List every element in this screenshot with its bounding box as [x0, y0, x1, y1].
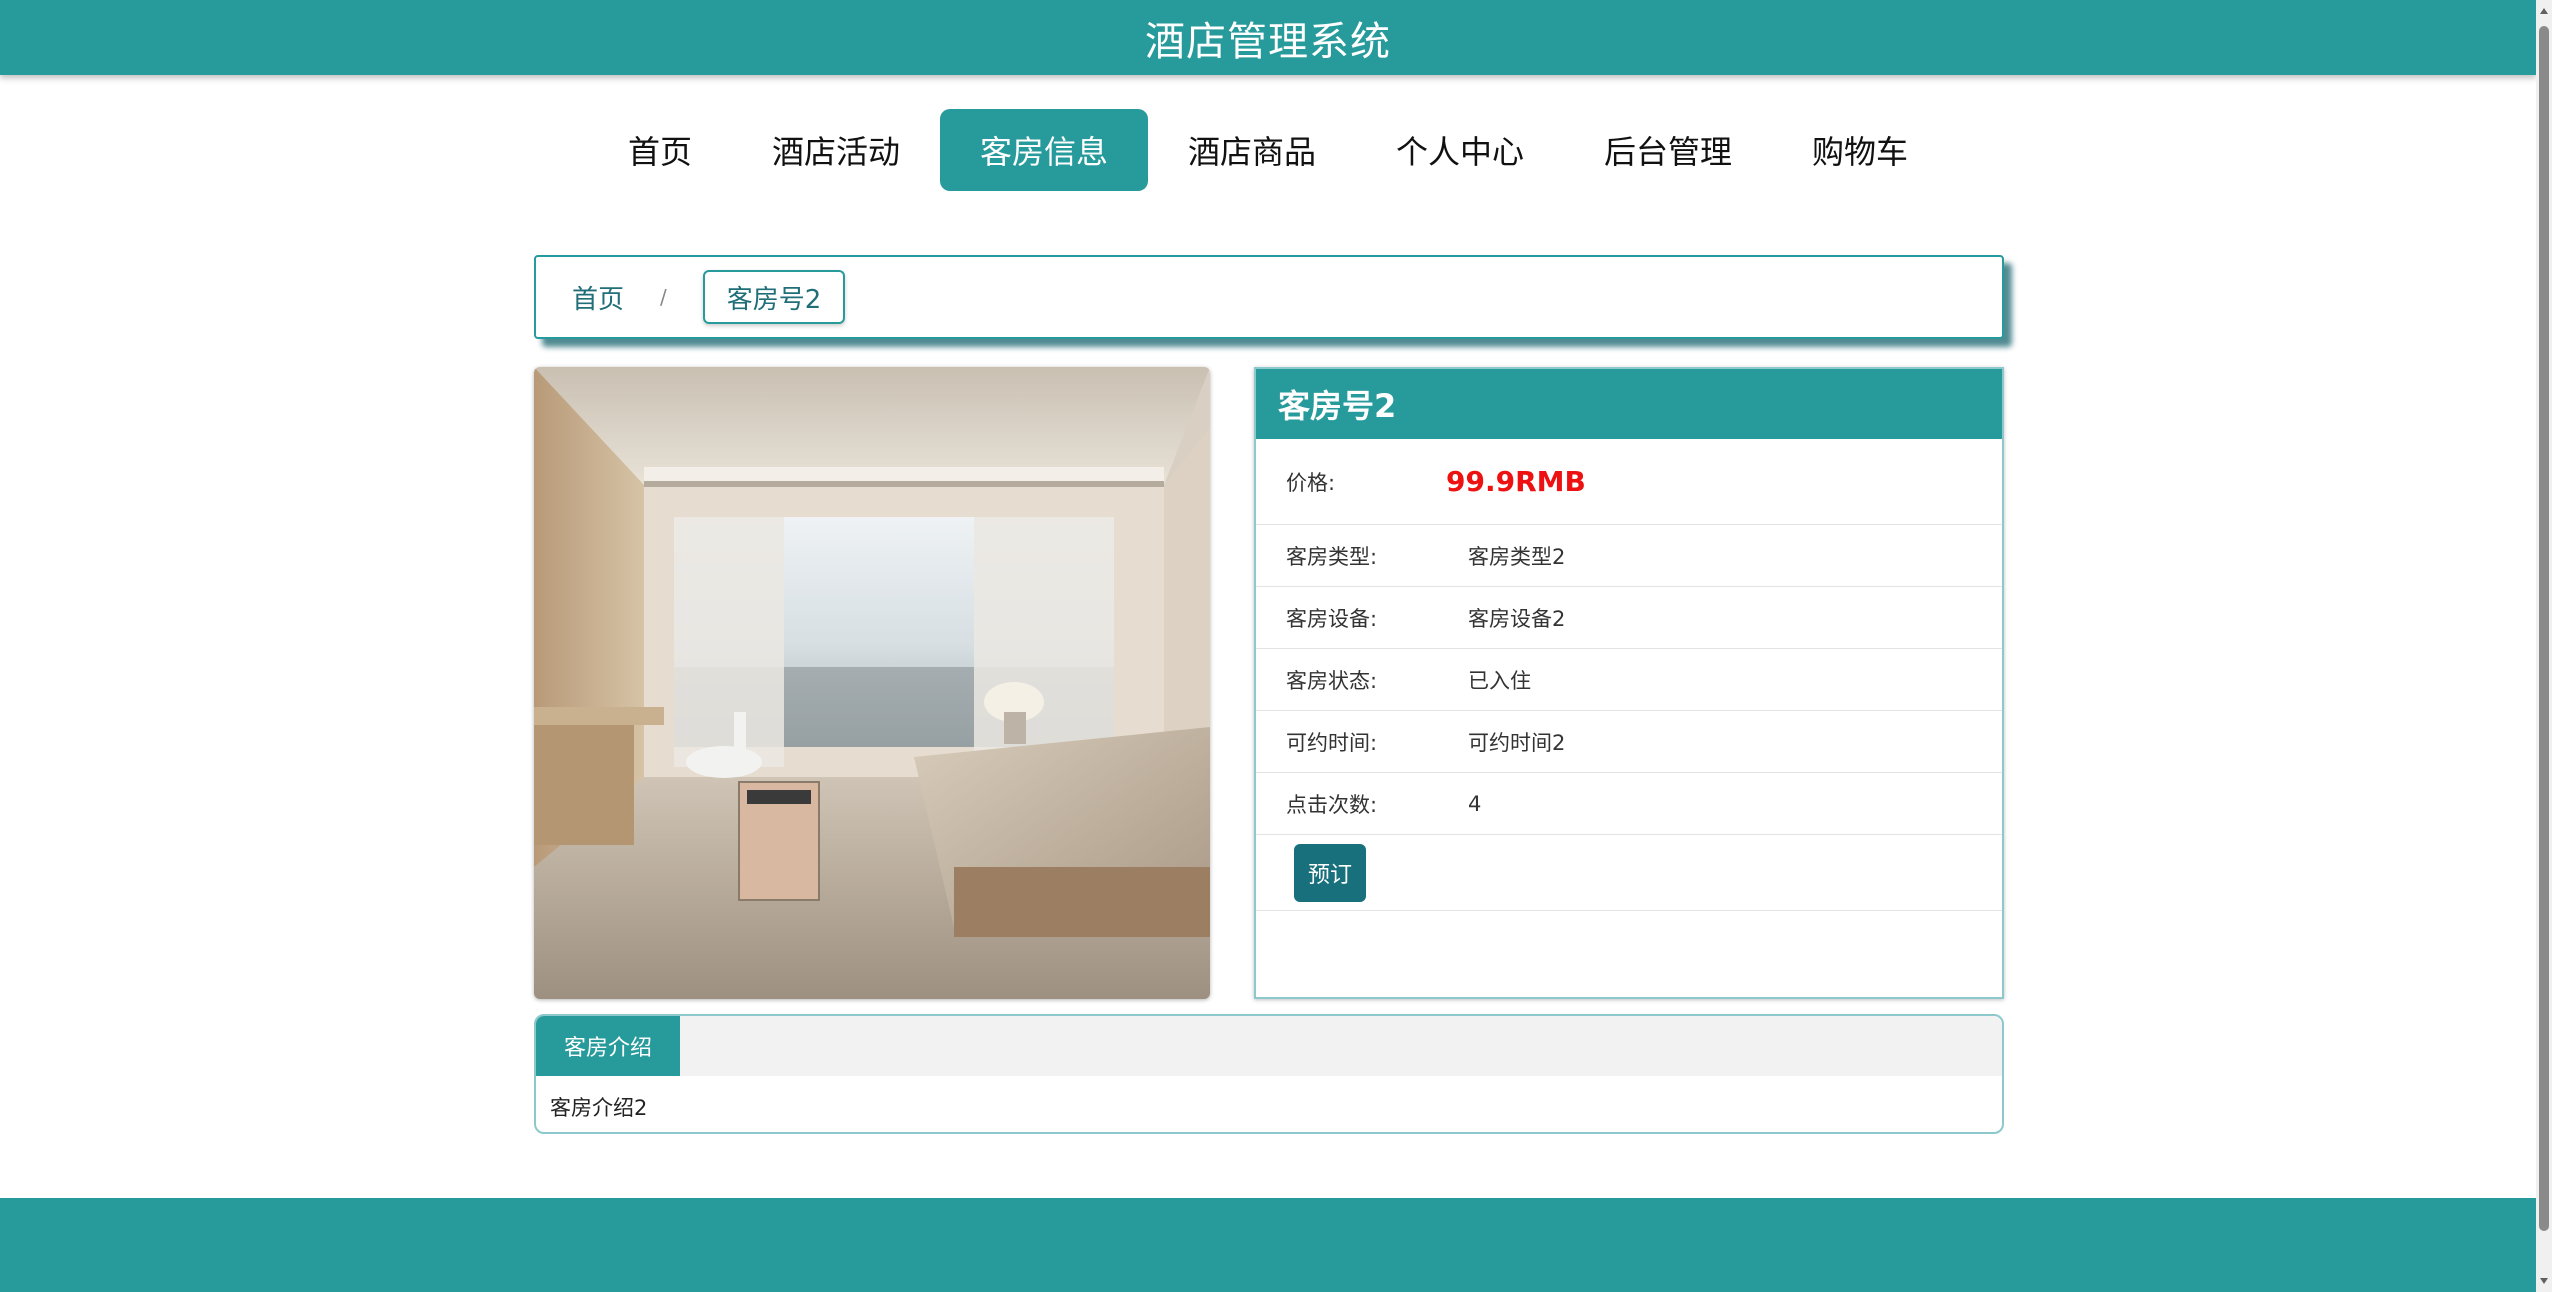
room-photo: [534, 367, 1210, 999]
nav-item-hotel-activities[interactable]: 酒店活动: [732, 109, 940, 191]
breadcrumb-separator: /: [660, 285, 667, 309]
price-label: 价格:: [1286, 470, 1336, 495]
price-value: 99.9RMB: [1446, 465, 1586, 498]
nav-item-home[interactable]: 首页: [588, 109, 732, 191]
tab-room-intro[interactable]: 客房介绍: [536, 1016, 681, 1076]
room-status-label: 客房状态:: [1286, 668, 1378, 693]
scroll-up-arrow-icon[interactable]: [2540, 8, 2548, 14]
main-nav: 首页 酒店活动 客房信息 酒店商品 个人中心 后台管理 购物车: [0, 109, 2536, 191]
nav-item-admin[interactable]: 后台管理: [1564, 109, 1772, 191]
top-header: 酒店管理系统: [0, 0, 2536, 75]
breadcrumb: 首页 / 客房号2: [534, 255, 2004, 339]
room-type-value: 客房类型2: [1468, 544, 1566, 569]
scroll-down-arrow-icon[interactable]: [2540, 1278, 2548, 1284]
page-footer: [0, 1198, 2536, 1292]
vertical-scrollbar[interactable]: [2536, 0, 2552, 1292]
click-count-label: 点击次数:: [1286, 792, 1378, 817]
book-button[interactable]: 预订: [1294, 843, 1366, 902]
room-status-value: 已入住: [1468, 668, 1531, 693]
available-time-value: 可约时间2: [1468, 730, 1566, 755]
room-type-label: 客房类型:: [1286, 544, 1378, 569]
breadcrumb-home-link[interactable]: 首页: [572, 279, 624, 316]
available-time-row: 可约时间: 可约时间2: [1256, 711, 2002, 773]
room-name-heading: 客房号2: [1256, 369, 2002, 439]
nav-item-cart[interactable]: 购物车: [1772, 109, 1948, 191]
available-time-label: 可约时间:: [1286, 730, 1378, 755]
click-count-row: 点击次数: 4: [1256, 773, 2002, 835]
price-row: 价格: 99.9RMB: [1256, 439, 2002, 525]
action-row: 预订: [1256, 835, 2002, 911]
room-intro-content: 客房介绍2: [550, 1096, 648, 1120]
nav-item-room-info[interactable]: 客房信息: [939, 109, 1148, 191]
breadcrumb-current: 客房号2: [702, 270, 846, 324]
intro-tabbar: 客房介绍: [536, 1016, 2002, 1076]
room-equipment-row: 客房设备: 客房设备2: [1256, 587, 2002, 649]
room-type-row: 客房类型: 客房类型2: [1256, 525, 2002, 587]
click-count-value: 4: [1468, 791, 1482, 816]
room-intro-panel: 客房介绍 客房介绍2: [534, 1014, 2004, 1134]
room-equipment-label: 客房设备:: [1286, 606, 1378, 631]
room-equipment-value: 客房设备2: [1468, 606, 1566, 631]
room-status-row: 客房状态: 已入住: [1256, 649, 2002, 711]
scrollbar-thumb[interactable]: [2539, 26, 2549, 1231]
room-detail-card: 客房号2 价格: 99.9RMB 客房类型: 客房类型2 客房设备: 客房设备2…: [1254, 367, 2004, 999]
nav-item-hotel-products[interactable]: 酒店商品: [1148, 109, 1356, 191]
hotel-room-image: [534, 367, 1210, 999]
nav-item-personal-center[interactable]: 个人中心: [1356, 109, 1564, 191]
app-title: 酒店管理系统: [1145, 18, 1391, 65]
